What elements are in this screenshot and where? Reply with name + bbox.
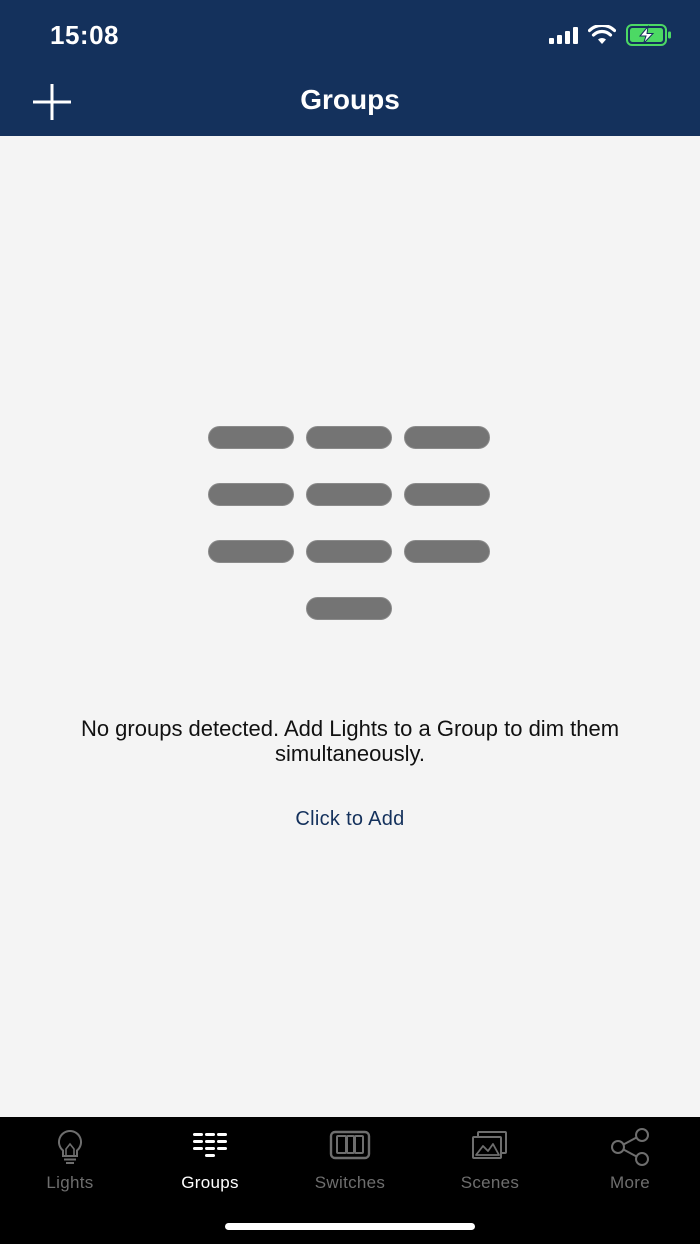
tab-lights[interactable]: Lights (0, 1127, 140, 1207)
battery-charging-icon (626, 24, 672, 46)
empty-state-message: No groups detected. Add Lights to a Grou… (80, 716, 620, 766)
tab-label: Switches (314, 1173, 386, 1192)
wifi-icon (588, 25, 616, 45)
tab-switches[interactable]: Switches (280, 1127, 420, 1207)
tab-bar: Lights Groups Switches Scenes More (0, 1117, 700, 1244)
status-icons (549, 24, 672, 46)
tab-more[interactable]: More (560, 1127, 700, 1207)
cellular-signal-icon (549, 26, 578, 44)
tab-label: More (610, 1173, 650, 1192)
scenes-icon (472, 1131, 507, 1159)
lightbulb-icon (58, 1129, 82, 1164)
groups-icon (193, 1133, 227, 1157)
tab-scenes[interactable]: Scenes (420, 1127, 560, 1207)
status-time: 15:08 (50, 20, 119, 50)
tab-label: Groups (181, 1173, 239, 1192)
tab-label: Lights (46, 1173, 94, 1192)
header: 15:08 Groups (0, 0, 700, 136)
tab-groups[interactable]: Groups (140, 1127, 280, 1207)
switches-icon (329, 1130, 371, 1160)
home-indicator[interactable] (225, 1223, 475, 1230)
tab-label: Scenes (460, 1173, 520, 1192)
click-to-add-link[interactable]: Click to Add (0, 808, 700, 831)
groups-grid-icon (208, 426, 492, 626)
share-icon (611, 1128, 649, 1166)
page-title: Groups (300, 84, 400, 115)
